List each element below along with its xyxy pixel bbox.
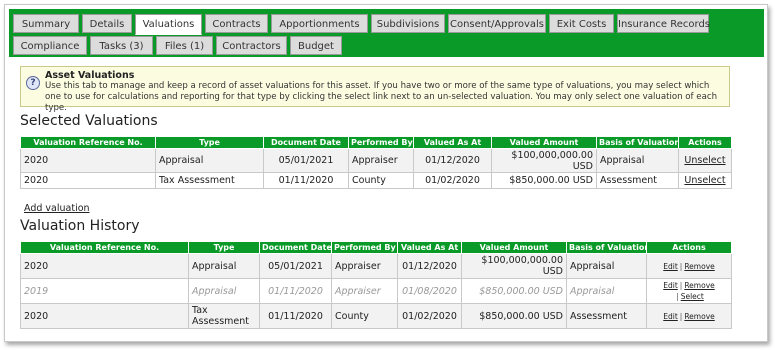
cell-performed-by: County — [348, 172, 414, 189]
cell-type: Appraisal — [188, 278, 260, 304]
col-header-valued-amount: Valued Amount — [491, 136, 597, 149]
cell-valued-as-at: 01/08/2020 — [397, 278, 462, 304]
col-header-actions: Actions — [678, 136, 732, 149]
cell-basis: Appraisal — [566, 278, 647, 304]
info-box: ? Asset Valuations Use this tab to manag… — [20, 66, 730, 113]
remove-link[interactable]: Remove — [684, 281, 714, 290]
cell-performed-by: County — [331, 303, 398, 329]
remove-link[interactable]: Remove — [684, 312, 714, 321]
history-header-row: Valuation Reference No. Type Document Da… — [20, 241, 732, 254]
edit-link[interactable]: Edit — [663, 281, 678, 290]
cell-ref: 2020 — [20, 148, 156, 173]
table-row: 2019 Appraisal 01/11/2020 Appraiser 01/0… — [20, 278, 732, 304]
actions-cell: Edit | Remove — [646, 253, 732, 279]
tab-insurance-records[interactable]: Insurance Records — [617, 14, 710, 33]
info-title: Asset Valuations — [45, 70, 135, 81]
table-row: 2020 Tax Assessment 01/11/2020 County 01… — [20, 172, 732, 189]
col-header-basis: Basis of Valuation — [566, 241, 647, 254]
cell-ref: 2020 — [20, 303, 189, 329]
remove-link[interactable]: Remove — [684, 262, 714, 271]
cell-valued-amount: $100,000,000.00 USD — [491, 148, 597, 173]
actions-cell: Edit | Remove — [646, 303, 732, 329]
cell-performed-by: Appraiser — [331, 253, 398, 279]
action-separator: | — [679, 281, 683, 290]
tab-compliance[interactable]: Compliance — [13, 36, 87, 55]
action-separator: | — [676, 292, 679, 301]
select-link[interactable]: Select — [681, 292, 704, 301]
tab-exit-costs[interactable]: Exit Costs — [549, 14, 614, 33]
valuation-history-heading: Valuation History — [20, 218, 140, 234]
cell-basis: Assessment — [566, 303, 647, 329]
table-row: 2020 Appraisal 05/01/2021 Appraiser 01/1… — [20, 253, 732, 279]
info-text: Use this tab to manage and keep a record… — [45, 81, 718, 113]
cell-type: Tax Assessment — [188, 303, 260, 329]
add-valuation-link[interactable]: Add valuation — [24, 203, 90, 214]
selected-valuations-heading: Selected Valuations — [20, 113, 158, 129]
valuation-history-table: Valuation Reference No. Type Document Da… — [20, 241, 732, 329]
tab-consent-approvals[interactable]: Consent/Approvals — [448, 14, 546, 33]
tab-details[interactable]: Details — [82, 14, 132, 33]
col-header-basis: Basis of Valuation — [596, 136, 679, 149]
col-header-actions: Actions — [646, 241, 732, 254]
cell-document-date: 05/01/2021 — [263, 148, 349, 173]
col-header-type: Type — [188, 241, 260, 254]
col-header-valued-as-at: Valued As At — [397, 241, 462, 254]
cell-document-date: 05/01/2021 — [259, 253, 332, 279]
cell-valued-amount: $850,000.00 USD — [491, 172, 597, 189]
cell-type: Appraisal — [155, 148, 264, 173]
cell-valued-as-at: 01/12/2020 — [413, 148, 492, 173]
tab-files[interactable]: Files (1) — [156, 36, 213, 55]
cell-document-date: 01/11/2020 — [259, 303, 332, 329]
col-header-ref: Valuation Reference No. — [20, 136, 156, 149]
col-header-document-date: Document Date — [263, 136, 349, 149]
cell-valued-as-at: 01/02/2020 — [413, 172, 492, 189]
cell-valued-as-at: 01/02/2020 — [397, 303, 462, 329]
col-header-performed-by: Performed By — [331, 241, 398, 254]
cell-basis: Assessment — [596, 172, 679, 189]
actions-cell: Edit | Remove | Select — [646, 278, 732, 304]
col-header-document-date: Document Date — [259, 241, 332, 254]
edit-link[interactable]: Edit — [663, 312, 678, 321]
cell-performed-by: Appraiser — [331, 278, 398, 304]
tab-subdivisions[interactable]: Subdivisions — [371, 14, 445, 33]
cell-document-date: 01/11/2020 — [263, 172, 349, 189]
col-header-type: Type — [155, 136, 264, 149]
selected-valuations-table: Valuation Reference No. Type Document Da… — [20, 136, 732, 189]
edit-link[interactable]: Edit — [663, 262, 678, 271]
cell-type: Tax Assessment — [155, 172, 264, 189]
tab-contractors[interactable]: Contractors — [216, 36, 287, 55]
question-icon: ? — [26, 76, 40, 90]
tab-contracts[interactable]: Contracts — [205, 14, 268, 33]
tab-budget[interactable]: Budget — [290, 36, 342, 55]
cell-type: Appraisal — [188, 253, 260, 279]
selected-header-row: Valuation Reference No. Type Document Da… — [20, 136, 732, 149]
cell-document-date: 01/11/2020 — [259, 278, 332, 304]
cell-ref: 2020 — [20, 253, 189, 279]
action-separator: | — [679, 311, 683, 321]
tab-summary[interactable]: Summary — [13, 14, 79, 33]
cell-valued-amount: $100,000,000.00 USD — [461, 253, 567, 279]
col-header-valued-amount: Valued Amount — [461, 241, 567, 254]
cell-ref: 2019 — [20, 278, 189, 304]
cell-basis: Appraisal — [566, 253, 647, 279]
unselect-link[interactable]: Unselect — [684, 175, 725, 186]
cell-basis: Appraisal — [596, 148, 679, 173]
cell-valued-amount: $850,000.00 USD — [461, 278, 567, 304]
col-header-performed-by: Performed By — [348, 136, 414, 149]
cell-valued-amount: $850,000.00 USD — [461, 303, 567, 329]
col-header-ref: Valuation Reference No. — [20, 241, 189, 254]
unselect-link[interactable]: Unselect — [684, 155, 725, 166]
valuations-panel: Summary Details Valuations Contracts App… — [4, 4, 768, 342]
tab-valuations[interactable]: Valuations — [135, 14, 202, 35]
tab-apportionments[interactable]: Apportionments — [271, 14, 368, 33]
tab-tasks[interactable]: Tasks (3) — [90, 36, 153, 55]
table-row: 2020 Appraisal 05/01/2021 Appraiser 01/1… — [20, 148, 732, 173]
table-row: 2020 Tax Assessment 01/11/2020 County 01… — [20, 303, 732, 329]
tab-bar: Summary Details Valuations Contracts App… — [9, 9, 764, 57]
cell-performed-by: Appraiser — [348, 148, 414, 173]
cell-valued-as-at: 01/12/2020 — [397, 253, 462, 279]
cell-ref: 2020 — [20, 172, 156, 189]
col-header-valued-as-at: Valued As At — [413, 136, 492, 149]
action-separator: | — [679, 261, 683, 271]
